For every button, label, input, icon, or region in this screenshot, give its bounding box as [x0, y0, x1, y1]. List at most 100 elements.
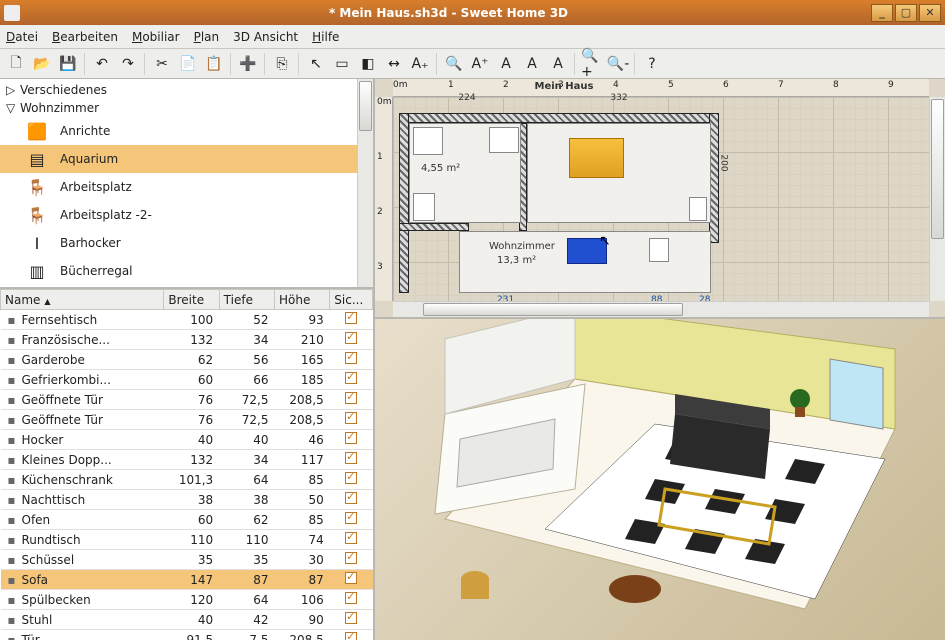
menu-3d-ansicht[interactable]: 3D Ansicht [233, 30, 298, 44]
table-row[interactable]: ▪Ofen606285 [1, 510, 373, 530]
col-hoehe[interactable]: Höhe [274, 290, 329, 310]
plan-view[interactable]: 0m123456789 0m123 224 332 200 231 [375, 79, 945, 319]
create-room-button[interactable]: ◧ [356, 52, 380, 76]
room-area: 13,3 m² [497, 255, 536, 266]
menu-hilfe[interactable]: Hilfe [312, 30, 339, 44]
window-maximize-button[interactable]: ▢ [895, 4, 917, 22]
add-furniture-button[interactable]: ➕ [236, 52, 260, 76]
visible-checkbox[interactable] [345, 632, 357, 640]
visible-checkbox[interactable] [345, 352, 357, 364]
plan-house[interactable]: 224 332 200 231 88 28 Mein Haus 4,55 m² … [399, 103, 719, 293]
toolbar-separator [436, 53, 438, 75]
table-row[interactable]: ▪Garderobe6256165 [1, 350, 373, 370]
visible-checkbox[interactable] [345, 452, 357, 464]
furniture-icon: ▪ [5, 493, 19, 507]
select-tool-button[interactable]: ↖ [304, 52, 328, 76]
plan-item[interactable] [649, 238, 669, 262]
visible-checkbox[interactable] [345, 532, 357, 544]
menu-bearbeiten[interactable]: Bearbeiten [52, 30, 118, 44]
open-file-button[interactable]: 📂 [30, 52, 54, 76]
plan-scrollbar-h[interactable] [393, 301, 929, 317]
window-close-button[interactable]: ✕ [919, 4, 941, 22]
visible-checkbox[interactable] [345, 492, 357, 504]
visible-checkbox[interactable] [345, 432, 357, 444]
create-wall-button[interactable]: ▭ [330, 52, 354, 76]
zoom-text-plus-button[interactable]: A⁺ [468, 52, 492, 76]
col-tiefe[interactable]: Tiefe [219, 290, 274, 310]
redo-button[interactable]: ↷ [116, 52, 140, 76]
save-file-button[interactable]: 💾 [56, 52, 80, 76]
table-row[interactable]: ▪Schüssel353530 [1, 550, 373, 570]
3d-view[interactable] [375, 319, 945, 640]
help-button[interactable]: ? [640, 52, 664, 76]
visible-checkbox[interactable] [345, 412, 357, 424]
visible-checkbox[interactable] [345, 572, 357, 584]
table-row[interactable]: ▪Gefrierkombi...6066185 [1, 370, 373, 390]
table-row[interactable]: ▪Sofa1478787 [1, 570, 373, 590]
table-row[interactable]: ▪Kleines Dopp...13234117 [1, 450, 373, 470]
catalog-item[interactable]: ▥Bücherregal [0, 257, 373, 285]
catalog-item-label: Arbeitsplatz [60, 180, 132, 194]
visible-checkbox[interactable] [345, 512, 357, 524]
toolbar-separator [84, 53, 86, 75]
catalog-item[interactable]: 🟧Anrichte [0, 117, 373, 145]
zoom-plus-button[interactable]: 🔍 [442, 52, 466, 76]
table-row[interactable]: ▪Küchenschrank101,36485 [1, 470, 373, 490]
visible-checkbox[interactable] [345, 392, 357, 404]
text-style-a-button[interactable]: A [494, 52, 518, 76]
table-row[interactable]: ▪Geöffnete Tür7672,5208,5 [1, 390, 373, 410]
paste-button[interactable]: 📋 [202, 52, 226, 76]
create-dimension-button[interactable]: ↔ [382, 52, 406, 76]
table-row[interactable]: ▪Stuhl404290 [1, 610, 373, 630]
table-row[interactable]: ▪Fernsehtisch1005293 [1, 310, 373, 330]
catalog-item[interactable]: ΙBarhocker [0, 229, 373, 257]
table-row[interactable]: ▪Tür91,57,5208,5 [1, 630, 373, 640]
visible-checkbox[interactable] [345, 592, 357, 604]
catalog-item[interactable]: ▤Aquarium [0, 145, 373, 173]
plan-item-bed[interactable] [569, 138, 624, 178]
zoom-in-button[interactable]: 🔍+ [580, 52, 604, 76]
text-style-i-button[interactable]: A [546, 52, 570, 76]
plan-scrollbar-v[interactable] [929, 97, 945, 301]
visible-checkbox[interactable] [345, 372, 357, 384]
catalog-item[interactable]: 🪑Arbeitsplatz [0, 173, 373, 201]
ruler-tick: 6 [723, 80, 729, 90]
import-furniture-button[interactable]: ⎘ [270, 52, 294, 76]
col-breite[interactable]: Breite [164, 290, 219, 310]
table-row[interactable]: ▪Nachttisch383850 [1, 490, 373, 510]
furniture-table[interactable]: NameBreiteTiefeHöheSic...▪Fernsehtisch10… [0, 289, 373, 640]
visible-checkbox[interactable] [345, 472, 357, 484]
window-minimize-button[interactable]: _ [871, 4, 893, 22]
text-style-b-button[interactable]: A [520, 52, 544, 76]
menu-plan[interactable]: Plan [194, 30, 220, 44]
col-sichtbar[interactable]: Sic... [330, 290, 373, 310]
catalog-category[interactable]: ▷ Verschiedenes [0, 81, 373, 99]
catalog-category[interactable]: ▽ Wohnzimmer [0, 99, 373, 117]
table-row[interactable]: ▪Spülbecken12064106 [1, 590, 373, 610]
table-row[interactable]: ▪Hocker404046 [1, 430, 373, 450]
furniture-catalog[interactable]: ▷ Verschiedenes▽ Wohnzimmer🟧Anrichte▤Aqu… [0, 79, 373, 289]
visible-checkbox[interactable] [345, 312, 357, 324]
zoom-out-button[interactable]: 🔍- [606, 52, 630, 76]
plan-item[interactable] [413, 193, 435, 221]
copy-button[interactable]: 📄 [176, 52, 200, 76]
plan-item[interactable] [413, 127, 443, 155]
menu-datei[interactable]: Datei [6, 30, 38, 44]
add-text-button[interactable]: A₊ [408, 52, 432, 76]
undo-button[interactable]: ↶ [90, 52, 114, 76]
visible-checkbox[interactable] [345, 552, 357, 564]
table-row[interactable]: ▪Rundtisch11011074 [1, 530, 373, 550]
visible-checkbox[interactable] [345, 332, 357, 344]
table-row[interactable]: ▪Französische...13234210 [1, 330, 373, 350]
cut-button[interactable]: ✂ [150, 52, 174, 76]
plan-item[interactable] [489, 127, 519, 153]
col-name[interactable]: Name [1, 290, 164, 310]
table-row[interactable]: ▪Geöffnete Tür7672,5208,5 [1, 410, 373, 430]
furniture-icon: ▪ [5, 373, 19, 387]
new-file-button[interactable]: 🗋 [4, 52, 28, 76]
plan-item[interactable] [689, 197, 707, 221]
menu-mobiliar[interactable]: Mobiliar [132, 30, 180, 44]
catalog-scrollbar[interactable] [357, 79, 373, 287]
catalog-item[interactable]: 🪑Arbeitsplatz -2- [0, 201, 373, 229]
visible-checkbox[interactable] [345, 612, 357, 624]
